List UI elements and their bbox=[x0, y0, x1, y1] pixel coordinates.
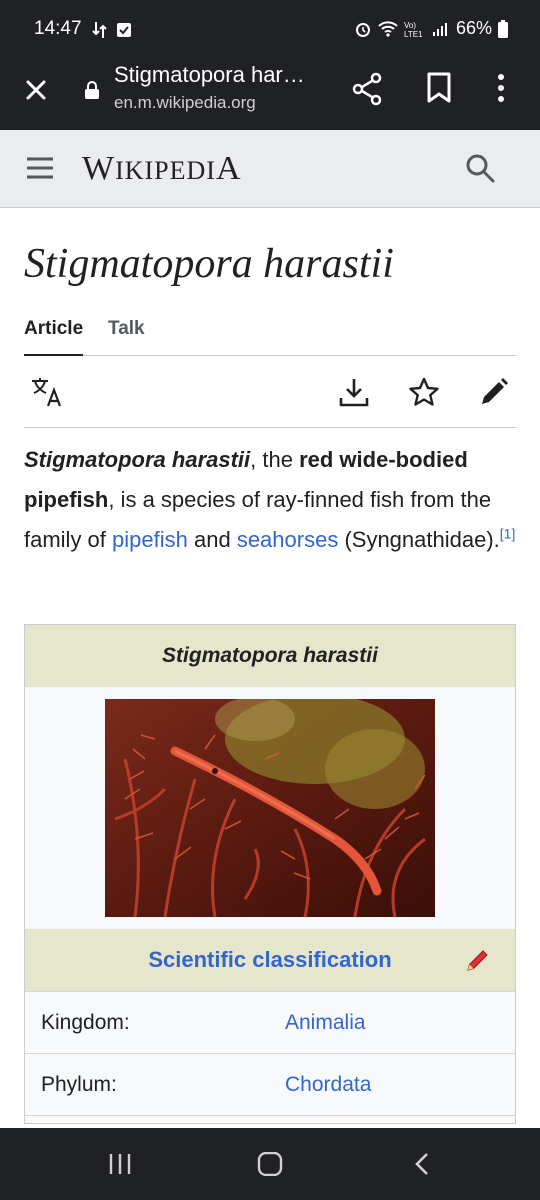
reference-link[interactable]: [1] bbox=[500, 526, 516, 542]
svg-text:Vo): Vo) bbox=[404, 21, 416, 30]
scientific-classification-heading[interactable]: Scientific classification bbox=[25, 929, 515, 991]
star-icon[interactable] bbox=[408, 376, 440, 408]
edit-pencil-icon[interactable] bbox=[478, 376, 510, 408]
close-icon[interactable] bbox=[20, 74, 52, 106]
wikipedia-wordmark[interactable]: WIKIPEDIA bbox=[82, 150, 242, 188]
lead-paragraph: Stigmatopora harastii, the red wide-bodi… bbox=[24, 440, 516, 560]
link-chordata[interactable]: Chordata bbox=[285, 1073, 371, 1097]
more-options-icon[interactable] bbox=[496, 72, 506, 104]
bookmark-icon[interactable] bbox=[426, 72, 452, 104]
tab-article[interactable]: Article bbox=[24, 318, 84, 356]
wikipedia-header: WIKIPEDIA bbox=[0, 130, 540, 208]
svg-text:LTE1: LTE1 bbox=[404, 30, 423, 38]
tab-title[interactable]: Stigmatopora har… bbox=[114, 62, 324, 88]
back-icon[interactable] bbox=[412, 1152, 432, 1176]
link-animalia[interactable]: Animalia bbox=[285, 1011, 366, 1035]
wordmark-w: W bbox=[82, 150, 116, 187]
classification-label: Scientific classification bbox=[148, 947, 392, 972]
recent-apps-icon[interactable] bbox=[108, 1152, 132, 1176]
home-icon[interactable] bbox=[256, 1152, 284, 1176]
page-actions-bar bbox=[24, 356, 516, 428]
status-left-icons bbox=[92, 20, 132, 40]
lead-text-4: (Syngnathidae). bbox=[338, 527, 500, 552]
tab-talk[interactable]: Talk bbox=[108, 318, 145, 356]
share-icon[interactable] bbox=[352, 72, 384, 106]
pipefish-photo[interactable] bbox=[105, 699, 435, 917]
battery-percent: 66% bbox=[455, 18, 492, 38]
checkbox-notification-icon bbox=[117, 23, 131, 37]
wifi-icon bbox=[378, 20, 398, 37]
search-icon[interactable] bbox=[464, 152, 496, 184]
lock-icon bbox=[85, 81, 99, 99]
pipefish-illustration bbox=[105, 699, 435, 917]
download-icon[interactable] bbox=[338, 376, 370, 408]
wordmark-iki: IKIPEDI bbox=[115, 156, 216, 185]
lead-text-1: , the bbox=[250, 447, 300, 472]
battery-icon bbox=[498, 19, 508, 38]
row-key: Kingdom: bbox=[41, 1011, 130, 1034]
data-transfer-icon bbox=[92, 22, 107, 38]
edit-classification-icon[interactable] bbox=[465, 947, 491, 973]
row-key: Phylum: bbox=[41, 1073, 117, 1096]
status-time: 14:47 bbox=[34, 18, 82, 39]
menu-icon[interactable] bbox=[26, 156, 54, 180]
wordmark-a: A bbox=[215, 150, 242, 187]
page-title: Stigmatopora harastii bbox=[24, 241, 394, 287]
language-icon[interactable] bbox=[30, 376, 64, 408]
infobox-title: Stigmatopora harastii bbox=[25, 625, 515, 687]
infobox: Stigmatopora harastii Scientific classif… bbox=[24, 624, 516, 1124]
link-pipefish[interactable]: pipefish bbox=[112, 527, 188, 552]
status-right: Vo) LTE1 66% bbox=[354, 18, 508, 39]
system-navigation-bar bbox=[0, 1128, 540, 1200]
classification-row-kingdom: Kingdom: Animalia bbox=[25, 991, 515, 1053]
classification-row-partial bbox=[25, 1115, 515, 1125]
classification-row-phylum: Phylum: Chordata bbox=[25, 1053, 515, 1115]
signal-icon bbox=[432, 22, 447, 36]
browser-toolbar: Stigmatopora har… en.m.wikipedia.org bbox=[0, 48, 540, 130]
alarm-icon bbox=[355, 22, 370, 37]
article-tabs: Article Talk bbox=[24, 316, 516, 356]
link-seahorses[interactable]: seahorses bbox=[237, 527, 339, 552]
url-text[interactable]: en.m.wikipedia.org bbox=[114, 93, 256, 113]
volte-icon: Vo)LTE1 bbox=[404, 21, 423, 38]
lead-text-3: and bbox=[187, 527, 237, 552]
species-name: Stigmatopora harastii bbox=[24, 447, 251, 472]
